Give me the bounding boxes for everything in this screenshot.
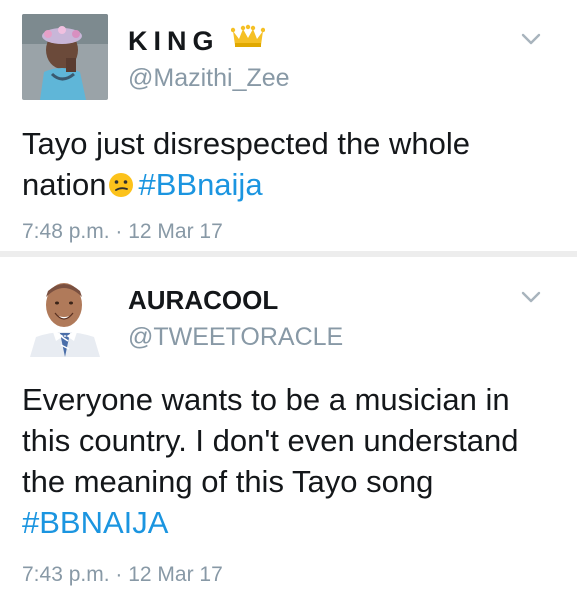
tweet-card[interactable]: KING @Mazithi_Zee Tayo just disrespected… (0, 0, 577, 251)
hashtag-link[interactable]: #BBNAIJA (22, 505, 168, 540)
user-handle[interactable]: @Mazithi_Zee (128, 64, 290, 93)
confused-face-emoji-icon (108, 167, 134, 197)
avatar-image (22, 271, 108, 357)
crown-emoji-icon (230, 23, 266, 56)
tweet-card[interactable]: AURACOOL @TWEETORACLE Everyone wants to … (0, 257, 577, 602)
tweet-text: Tayo just disrespected the whole nation #… (22, 123, 557, 205)
tweet-timestamp[interactable]: 7:48 p.m. · 12 Mar 17 (22, 220, 223, 244)
display-name[interactable]: AURACOOL (128, 285, 278, 316)
tweet-text: Everyone wants to be a musician in this … (22, 379, 557, 543)
tweet-timestamp[interactable]: 7:43 p.m. · 12 Mar 17 (22, 563, 223, 587)
chevron-down-icon[interactable] (520, 290, 542, 304)
avatar-image (22, 14, 108, 100)
display-name-text: KING (128, 26, 220, 56)
avatar[interactable] (22, 271, 108, 357)
tweet-text-body: Everyone wants to be a musician in this … (22, 382, 519, 499)
display-name[interactable]: KING (128, 23, 266, 59)
user-handle[interactable]: @TWEETORACLE (128, 323, 343, 352)
chevron-down-icon[interactable] (520, 32, 542, 46)
avatar[interactable] (22, 14, 108, 100)
hashtag-link[interactable]: #BBnaija (138, 167, 262, 202)
